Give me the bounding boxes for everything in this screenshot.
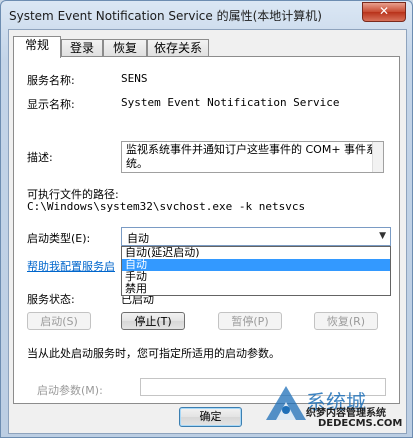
ok-button[interactable]: 确定 <box>179 407 242 427</box>
startup-option-delayed[interactable]: 自动(延迟启动) <box>122 247 390 259</box>
display-name-value: System Event Notification Service <box>121 96 340 109</box>
close-icon: ✕ <box>378 4 390 18</box>
startup-option-manual[interactable]: 手动 <box>122 271 390 283</box>
start-params-label: 启动参数(M): <box>37 384 103 397</box>
description-text: 监视系统事件并通知订户这些事件的 COM+ 事件系统。 <box>126 143 378 170</box>
dialog-body: 常规 登录 恢复 依存关系 服务名称: SENS 显示名称: System Ev… <box>8 29 407 434</box>
watermark-domain: DEDECMS.COM <box>318 418 403 429</box>
tab-recovery[interactable]: 恢复 <box>103 39 147 56</box>
service-name-label: 服务名称: <box>27 74 75 87</box>
watermark-logo-icon <box>266 386 306 420</box>
resume-button[interactable]: 恢复(R) <box>314 312 378 330</box>
display-name-label: 显示名称: <box>27 98 75 111</box>
general-panel: 服务名称: SENS 显示名称: System Event Notificati… <box>13 56 400 404</box>
pause-button[interactable]: 暂停(P) <box>218 312 282 330</box>
startup-type-selected: 自动 <box>127 232 149 245</box>
startup-option-disabled[interactable]: 禁用 <box>122 283 390 295</box>
stop-button-label: 停止(T) <box>134 315 172 328</box>
tab-logon-label: 登录 <box>69 41 94 55</box>
start-button[interactable]: 启动(S) <box>27 312 91 330</box>
startup-option-auto[interactable]: 自动 <box>122 259 390 271</box>
tab-dependencies[interactable]: 依存关系 <box>147 39 209 56</box>
ok-button-label: 确定 <box>199 410 222 423</box>
help-configure-link[interactable]: 帮助我配置服务启 <box>27 258 115 274</box>
startup-type-label: 启动类型(E): <box>27 232 91 245</box>
description-label: 描述: <box>27 151 53 164</box>
resume-button-label: 恢复(R) <box>326 315 366 328</box>
stop-button[interactable]: 停止(T) <box>121 312 185 330</box>
properties-window: System Event Notification Service 的属性(本地… <box>0 0 413 438</box>
service-name-value: SENS <box>121 72 148 85</box>
startup-type-dropdown: 自动(延迟启动) 自动 手动 禁用 <box>121 246 391 296</box>
description-scrollbar[interactable] <box>372 142 383 172</box>
start-button-label: 启动(S) <box>40 315 78 328</box>
status-label: 服务状态: <box>27 293 75 306</box>
tab-recovery-label: 恢复 <box>112 41 137 55</box>
description-box[interactable]: 监视系统事件并通知订户这些事件的 COM+ 事件系统。 <box>121 141 384 173</box>
close-button[interactable]: ✕ <box>362 2 406 22</box>
title-bar[interactable]: System Event Notification Service 的属性(本地… <box>1 1 412 27</box>
chevron-down-icon: ▼ <box>379 231 386 241</box>
startup-type-select[interactable]: 自动 ▼ <box>121 227 391 246</box>
start-params-hint: 当从此处启动服务时，您可指定所适用的启动参数。 <box>27 347 280 360</box>
window-title: System Event Notification Service 的属性(本地… <box>9 9 322 23</box>
pause-button-label: 暂停(P) <box>231 315 269 328</box>
tab-general[interactable]: 常规 <box>13 36 61 58</box>
watermark-cms-name: 织梦内容管理系统 <box>306 408 386 419</box>
tab-dependencies-label: 依存关系 <box>153 41 202 55</box>
exe-path-value: C:\Windows\system32\svchost.exe -k netsv… <box>27 200 306 213</box>
tab-general-label: 常规 <box>24 38 49 52</box>
tab-logon[interactable]: 登录 <box>61 39 103 56</box>
